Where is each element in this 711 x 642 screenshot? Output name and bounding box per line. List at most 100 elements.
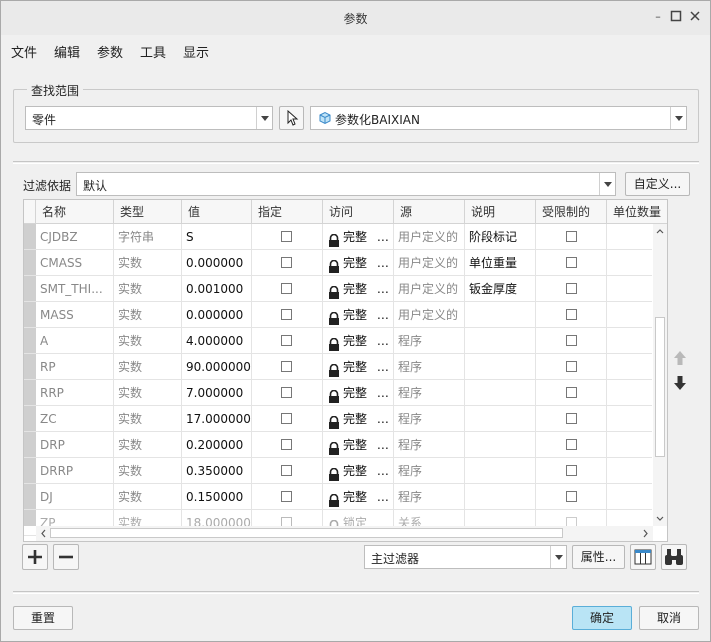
column-header-source[interactable]: 源 bbox=[394, 200, 465, 224]
cell-name[interactable]: RRP bbox=[36, 380, 114, 406]
cell-access[interactable]: 完整 … bbox=[323, 458, 394, 484]
cell-units[interactable] bbox=[607, 380, 652, 406]
designate-checkbox[interactable] bbox=[281, 335, 292, 346]
cell-value[interactable]: 90.000000 bbox=[182, 354, 252, 380]
column-header-description[interactable]: 说明 bbox=[465, 200, 536, 224]
table-row[interactable]: RP 实数 90.000000 完整 … 程序 bbox=[24, 354, 652, 380]
column-header-access[interactable]: 访问 bbox=[323, 200, 394, 224]
table-row[interactable]: ZC 实数 17.000000 完整 … 程序 bbox=[24, 406, 652, 432]
restricted-checkbox[interactable] bbox=[566, 231, 577, 242]
cell-description[interactable] bbox=[465, 380, 536, 406]
designate-checkbox[interactable] bbox=[281, 309, 292, 320]
cell-description[interactable]: 阶段标记 bbox=[465, 224, 536, 250]
cell-description[interactable]: 单位重量 bbox=[465, 250, 536, 276]
maximize-icon[interactable] bbox=[669, 10, 683, 24]
main-filter-select[interactable]: 主过滤器 bbox=[364, 545, 567, 569]
restricted-checkbox[interactable] bbox=[566, 387, 577, 398]
horizontal-scrollbar[interactable] bbox=[36, 526, 653, 541]
cell-description[interactable] bbox=[465, 484, 536, 510]
move-down-icon[interactable] bbox=[673, 375, 687, 391]
cell-description[interactable]: 钣金厚度 bbox=[465, 276, 536, 302]
filter-select[interactable]: 默认 bbox=[76, 172, 616, 196]
cell-description[interactable] bbox=[465, 302, 536, 328]
remove-parameter-button[interactable] bbox=[53, 544, 79, 570]
scroll-right-icon[interactable] bbox=[641, 526, 651, 541]
restricted-checkbox[interactable] bbox=[566, 335, 577, 346]
cell-access[interactable]: 完整 … bbox=[323, 406, 394, 432]
cell-access[interactable]: 完整 … bbox=[323, 276, 394, 302]
cell-value[interactable]: 0.000000 bbox=[182, 302, 252, 328]
table-row[interactable]: DJ 实数 0.150000 完整 … 程序 bbox=[24, 484, 652, 510]
scope-object-select[interactable]: 参数化BAIXIAN bbox=[310, 106, 687, 130]
access-more-icon[interactable]: … bbox=[373, 334, 389, 348]
designate-checkbox[interactable] bbox=[281, 231, 292, 242]
access-more-icon[interactable]: … bbox=[373, 464, 389, 478]
ok-button[interactable]: 确定 bbox=[572, 606, 632, 630]
cell-value[interactable]: 17.000000 bbox=[182, 406, 252, 432]
cell-description[interactable] bbox=[465, 354, 536, 380]
table-row[interactable]: A 实数 4.000000 完整 … 程序 bbox=[24, 328, 652, 354]
column-header-value[interactable]: 值 bbox=[182, 200, 252, 224]
cell-name[interactable]: ZC bbox=[36, 406, 114, 432]
cell-type[interactable]: 实数 bbox=[114, 484, 182, 510]
menu-edit[interactable]: 编辑 bbox=[54, 42, 80, 61]
cell-units[interactable] bbox=[607, 328, 652, 354]
table-row[interactable]: SMT_THI... 实数 0.001000 完整 … 用户定义的 钣金厚度 bbox=[24, 276, 652, 302]
cell-type[interactable]: 实数 bbox=[114, 406, 182, 432]
cell-access[interactable]: 完整 … bbox=[323, 354, 394, 380]
table-row[interactable]: DRRP 实数 0.350000 完整 … 程序 bbox=[24, 458, 652, 484]
cell-type[interactable]: 字符串 bbox=[114, 224, 182, 250]
menu-file[interactable]: 文件 bbox=[11, 42, 37, 61]
cell-name[interactable]: A bbox=[36, 328, 114, 354]
cell-description[interactable] bbox=[465, 458, 536, 484]
restricted-checkbox[interactable] bbox=[566, 361, 577, 372]
table-row[interactable]: MASS 实数 0.000000 完整 … 用户定义的 bbox=[24, 302, 652, 328]
designate-checkbox[interactable] bbox=[281, 491, 292, 502]
cell-name[interactable]: MASS bbox=[36, 302, 114, 328]
access-more-icon[interactable]: … bbox=[373, 386, 389, 400]
table-columns-button[interactable] bbox=[630, 544, 656, 570]
chevron-down-icon[interactable] bbox=[550, 546, 566, 568]
cell-name[interactable]: SMT_THI... bbox=[36, 276, 114, 302]
cell-name[interactable]: CJDBZ bbox=[36, 224, 114, 250]
cell-type[interactable]: 实数 bbox=[114, 328, 182, 354]
restricted-checkbox[interactable] bbox=[566, 257, 577, 268]
designate-checkbox[interactable] bbox=[281, 413, 292, 424]
cell-type[interactable]: 实数 bbox=[114, 458, 182, 484]
cell-units[interactable] bbox=[607, 432, 652, 458]
cell-units[interactable] bbox=[607, 458, 652, 484]
table-row[interactable]: CJDBZ 字符串 S 完整 … 用户定义的 阶段标记 bbox=[24, 224, 652, 250]
cell-name[interactable]: DRRP bbox=[36, 458, 114, 484]
move-up-icon[interactable] bbox=[673, 350, 687, 366]
restricted-checkbox[interactable] bbox=[566, 413, 577, 424]
reset-button[interactable]: 重置 bbox=[13, 606, 73, 630]
cell-type[interactable]: 实数 bbox=[114, 380, 182, 406]
cell-value[interactable]: S bbox=[182, 224, 252, 250]
access-more-icon[interactable]: … bbox=[373, 256, 389, 270]
cell-type[interactable]: 实数 bbox=[114, 354, 182, 380]
add-parameter-button[interactable] bbox=[22, 544, 48, 570]
column-header-type[interactable]: 类型 bbox=[114, 200, 182, 224]
cell-type[interactable]: 实数 bbox=[114, 250, 182, 276]
cell-description[interactable] bbox=[465, 432, 536, 458]
cell-value[interactable]: 0.150000 bbox=[182, 484, 252, 510]
search-parameters-button[interactable] bbox=[661, 544, 687, 570]
restricted-checkbox[interactable] bbox=[566, 491, 577, 502]
scroll-up-icon[interactable] bbox=[653, 226, 667, 236]
scroll-down-icon[interactable] bbox=[653, 514, 667, 524]
chevron-down-icon[interactable] bbox=[670, 107, 686, 129]
cell-units[interactable] bbox=[607, 484, 652, 510]
cell-access[interactable]: 完整 … bbox=[323, 302, 394, 328]
access-more-icon[interactable]: … bbox=[373, 412, 389, 426]
cell-name[interactable]: CMASS bbox=[36, 250, 114, 276]
cell-type[interactable]: 实数 bbox=[114, 302, 182, 328]
cell-value[interactable]: 0.000000 bbox=[182, 250, 252, 276]
designate-checkbox[interactable] bbox=[281, 439, 292, 450]
properties-button[interactable]: 属性... bbox=[572, 545, 625, 569]
restricted-checkbox[interactable] bbox=[566, 309, 577, 320]
vertical-scrollbar[interactable] bbox=[653, 224, 667, 526]
cell-units[interactable] bbox=[607, 276, 652, 302]
menu-display[interactable]: 显示 bbox=[183, 42, 209, 61]
menu-tools[interactable]: 工具 bbox=[140, 42, 166, 61]
customize-button[interactable]: 自定义... bbox=[625, 172, 690, 196]
